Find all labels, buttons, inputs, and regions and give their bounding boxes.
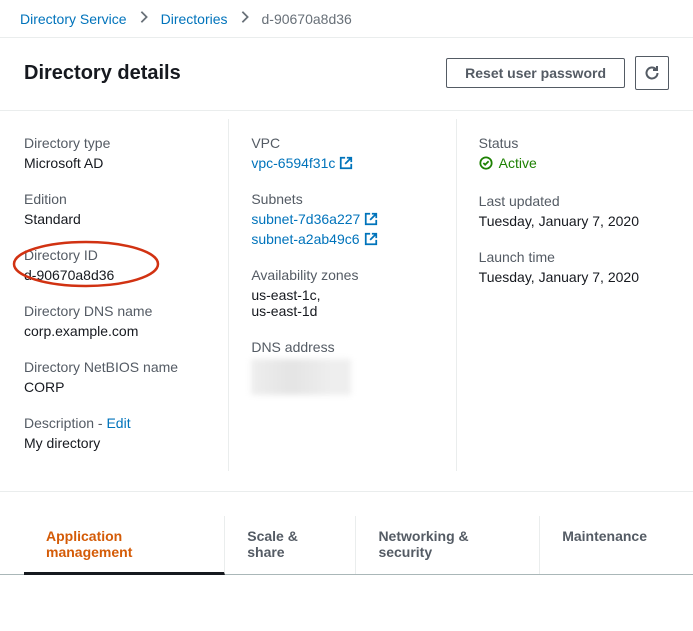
external-link-icon bbox=[339, 156, 353, 170]
header-actions: Reset user password bbox=[446, 56, 669, 90]
last-updated-value: Tuesday, January 7, 2020 bbox=[479, 213, 669, 229]
description-label-text: Description - bbox=[24, 415, 106, 431]
edit-description-link[interactable]: Edit bbox=[106, 415, 130, 431]
netbios-value: CORP bbox=[24, 379, 214, 395]
refresh-button[interactable] bbox=[635, 56, 669, 90]
edition-label: Edition bbox=[24, 191, 214, 207]
tabs: Application management Scale & share Net… bbox=[0, 516, 693, 575]
edition-value: Standard bbox=[24, 211, 214, 227]
vpc-label: VPC bbox=[251, 135, 441, 151]
tab-maintenance[interactable]: Maintenance bbox=[540, 516, 669, 574]
external-link-icon bbox=[364, 212, 378, 226]
external-link-icon bbox=[364, 232, 378, 246]
directory-type-value: Microsoft AD bbox=[24, 155, 214, 171]
refresh-icon bbox=[644, 65, 660, 81]
column-network: VPC vpc-6594f31c Subnets subnet-7d36a227… bbox=[228, 119, 441, 471]
subnet1-link[interactable]: subnet-7d36a227 bbox=[251, 211, 360, 227]
breadcrumb-parent[interactable]: Directories bbox=[161, 11, 228, 27]
check-circle-icon bbox=[479, 156, 493, 170]
netbios-label: Directory NetBIOS name bbox=[24, 359, 214, 375]
breadcrumb-current: d-90670a8d36 bbox=[262, 11, 352, 27]
launch-time-value: Tuesday, January 7, 2020 bbox=[479, 269, 669, 285]
vpc-link[interactable]: vpc-6594f31c bbox=[251, 155, 335, 171]
directory-id-label: Directory ID bbox=[24, 247, 214, 263]
dns-address-value bbox=[251, 359, 441, 398]
description-value: My directory bbox=[24, 435, 214, 451]
directory-id-value: d-90670a8d36 bbox=[24, 267, 214, 283]
redacted-value bbox=[251, 359, 351, 395]
last-updated-label: Last updated bbox=[479, 193, 669, 209]
chevron-right-icon bbox=[238, 10, 252, 27]
breadcrumb: Directory Service Directories d-90670a8d… bbox=[0, 0, 693, 38]
tab-scale-share[interactable]: Scale & share bbox=[225, 516, 356, 574]
page-title: Directory details bbox=[24, 62, 181, 85]
az-value: us-east-1c, us-east-1d bbox=[251, 287, 441, 319]
tab-networking-security[interactable]: Networking & security bbox=[356, 516, 540, 574]
tab-application-management[interactable]: Application management bbox=[24, 516, 225, 575]
reset-password-button[interactable]: Reset user password bbox=[446, 58, 625, 88]
column-status: Status Active Last updated Tuesday, Janu… bbox=[456, 119, 669, 471]
subnet2-link[interactable]: subnet-a2ab49c6 bbox=[251, 231, 359, 247]
directory-dns-value: corp.example.com bbox=[24, 323, 214, 339]
chevron-right-icon bbox=[137, 10, 151, 27]
details-columns: Directory type Microsoft AD Edition Stan… bbox=[0, 111, 693, 492]
directory-type-label: Directory type bbox=[24, 135, 214, 151]
az-label: Availability zones bbox=[251, 267, 441, 283]
subnets-label: Subnets bbox=[251, 191, 441, 207]
status-text: Active bbox=[499, 155, 537, 171]
status-label: Status bbox=[479, 135, 669, 151]
launch-time-label: Launch time bbox=[479, 249, 669, 265]
page-header: Directory details Reset user password bbox=[0, 38, 693, 111]
directory-dns-label: Directory DNS name bbox=[24, 303, 214, 319]
breadcrumb-root[interactable]: Directory Service bbox=[20, 11, 127, 27]
dns-address-label: DNS address bbox=[251, 339, 441, 355]
column-directory: Directory type Microsoft AD Edition Stan… bbox=[24, 119, 214, 471]
status-value: Active bbox=[479, 155, 537, 171]
description-label: Description - Edit bbox=[24, 415, 214, 431]
